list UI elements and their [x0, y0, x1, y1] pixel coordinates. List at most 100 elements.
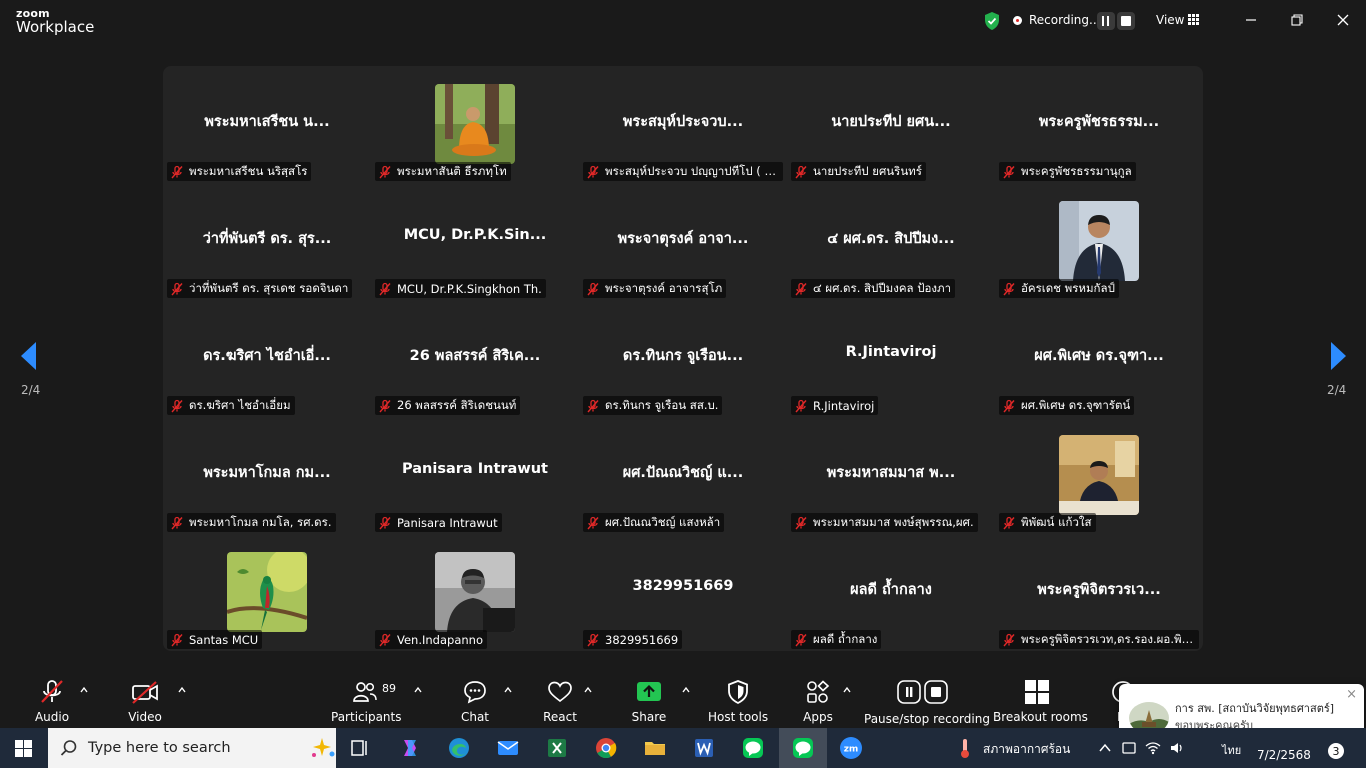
participant-name: ดร.ทินกร จูเรือน สส.บ.: [605, 397, 719, 412]
page-indicator-left: 2/4: [21, 383, 41, 397]
recording-status[interactable]: Recording...: [1029, 13, 1100, 27]
react-label: React: [543, 710, 577, 724]
video-button[interactable]: Video: [125, 678, 165, 724]
apps-button[interactable]: Apps: [798, 678, 838, 724]
participant-tile[interactable]: อัครเดช พรหมกัลป์: [995, 183, 1203, 300]
participant-name: อัครเดช พรหมกัลป์: [1021, 280, 1115, 295]
share-button[interactable]: Share: [629, 678, 669, 724]
participant-tile[interactable]: Ven.Indapanno: [371, 534, 579, 651]
participant-tile[interactable]: ๔ ผศ.ดร. สิปปีมง... ๔ ผศ.ดร. สิปปีมงคล ป้…: [787, 183, 995, 300]
participant-tile[interactable]: ว่าที่พันตรี ดร. สุร... ว่าที่พันตรี ดร. …: [163, 183, 371, 300]
view-menu[interactable]: View: [1156, 13, 1184, 27]
file-explorer-icon[interactable]: [643, 736, 667, 760]
chat-button[interactable]: Chat: [455, 678, 495, 724]
line-app-active-tile[interactable]: [779, 728, 827, 768]
next-page-arrow-icon[interactable]: [1328, 341, 1348, 371]
copilot-icon[interactable]: [398, 736, 422, 760]
tray-app-icon[interactable]: [1121, 740, 1137, 756]
show-hidden-icons-chevron-icon[interactable]: [1097, 740, 1113, 756]
task-view-icon[interactable]: [348, 736, 372, 760]
pause-recording-button[interactable]: [1097, 12, 1115, 30]
restore-icon[interactable]: [1287, 10, 1307, 30]
search-highlight-sparkle-icon[interactable]: [310, 736, 336, 760]
taskbar-search-box[interactable]: Type here to search: [48, 728, 336, 768]
windows-start-icon[interactable]: [15, 740, 32, 757]
participant-name-tag: พระมหาเสรีชน นริสฺสโร: [167, 162, 312, 181]
participant-name-tag: ผลดี ถ้ำกลาง: [791, 630, 882, 649]
muted-mic-icon: [379, 516, 391, 529]
participant-name-tag: อัครเดช พรหมกัลป์: [999, 279, 1119, 298]
host-tools-button[interactable]: Host tools: [708, 678, 768, 724]
taskbar-date[interactable]: 7/2/2568: [1257, 748, 1311, 762]
participant-tile[interactable]: พระมหาเสรีชน น... พระมหาเสรีชน นริสฺสโร: [163, 66, 371, 183]
participant-tile[interactable]: Panisara Intrawut Panisara Intrawut: [371, 417, 579, 534]
line-app-icon[interactable]: [741, 736, 765, 760]
host-tools-label: Host tools: [708, 710, 769, 724]
participant-tile[interactable]: พระครูพัชรธรรม... พระครูพัชรธรรมานุกูล: [995, 66, 1203, 183]
share-label: Share: [631, 710, 667, 724]
participant-tile[interactable]: ผศ.พิเศษ ดร.จุฑา... ผศ.พิเศษ ดร.จุฑารัตน์: [995, 300, 1203, 417]
notification-center-icon[interactable]: 3: [1327, 742, 1345, 760]
participant-video-desk-photo: [1059, 435, 1139, 515]
participant-tile[interactable]: พระมหาโกมล กม... พระมหาโกมล กมโล, รศ.ดร.: [163, 417, 371, 534]
network-icon[interactable]: [1145, 740, 1161, 756]
previous-page-arrow-icon[interactable]: [19, 341, 39, 371]
share-options-chevron-icon[interactable]: [682, 686, 690, 694]
participant-tile[interactable]: พระมหาสันติ ธีรภทฺโท: [371, 66, 579, 183]
participant-name: พระครูพัชรธรรมานุกูล: [1021, 163, 1132, 178]
participant-tile[interactable]: ดร.ฆริศา ไชอำเอี่... ดร.ฆริศา ไชอำเอี่ยม: [163, 300, 371, 417]
participant-tile[interactable]: พิพัฒน์ แก้วใส: [995, 417, 1203, 534]
apps-options-chevron-icon[interactable]: [843, 686, 851, 694]
participant-name: พระมหาโกมล กมโล, รศ.ดร.: [189, 514, 332, 529]
audio-button[interactable]: Audio: [32, 678, 72, 724]
react-button[interactable]: React: [539, 678, 581, 724]
participant-name-tag: พระสมุห์ประจวบ ปญฺญาปทีโป ( อย่...: [583, 162, 783, 181]
weather-text[interactable]: สภาพอากาศร้อน: [983, 740, 1070, 759]
pause-stop-recording-button[interactable]: Pause/stop recording: [864, 678, 990, 726]
participant-name-tag: ผศ.พิเศษ ดร.จุฑารัตน์: [999, 396, 1135, 415]
zoom-app-icon[interactable]: zm: [839, 736, 863, 760]
participant-tile[interactable]: 3829951669 3829951669: [579, 534, 787, 651]
participant-tile[interactable]: ผศ.ปัณณวิชญ์ แ... ผศ.ปัณณวิชญ์ แสงหล้า: [579, 417, 787, 534]
word-icon[interactable]: [692, 736, 716, 760]
participants-options-chevron-icon[interactable]: [414, 686, 422, 694]
participant-name-tag: นายประทีป ยศนรินทร์: [791, 162, 926, 181]
minimize-icon[interactable]: [1241, 10, 1261, 30]
react-options-chevron-icon[interactable]: [584, 686, 592, 694]
audio-options-chevron-icon[interactable]: [80, 686, 88, 694]
muted-mic-icon: [1003, 633, 1015, 646]
participant-tile[interactable]: พระมหาสมมาส พ... พระมหาสมมาส พงษ์สุพรรณ,ผ…: [787, 417, 995, 534]
participant-name: พระสมุห์ประจวบ ปญฺญาปทีโป ( อย่...: [605, 163, 779, 178]
excel-icon[interactable]: [545, 736, 569, 760]
close-icon[interactable]: [1333, 10, 1353, 30]
participant-tile[interactable]: พระครูพิจิตรวรเว... พระครูพิจิตรวรเวท,ดร.…: [995, 534, 1203, 651]
speaker-icon[interactable]: [1169, 740, 1185, 756]
participant-tile[interactable]: Santas MCU: [163, 534, 371, 651]
participant-tile[interactable]: พระสมุห์ประจวบ... พระสมุห์ประจวบ ปญฺญาปที…: [579, 66, 787, 183]
participant-tile[interactable]: พระจาตุรงค์ อาจา... พระจาตุรงค์ อาจารสุโภ: [579, 183, 787, 300]
participant-display-name: พระจาตุรงค์ อาจา...: [617, 231, 749, 247]
pause-stop-label: Pause/stop recording: [864, 712, 990, 726]
participant-name-tag: ผศ.ปัณณวิชญ์ แสงหล้า: [583, 513, 725, 532]
chat-options-chevron-icon[interactable]: [504, 686, 512, 694]
participant-tile[interactable]: ดร.ทินกร จูเรือน... ดร.ทินกร จูเรือน สส.บ…: [579, 300, 787, 417]
participant-name: พระจาตุรงค์ อาจารสุโภ: [605, 280, 723, 295]
participant-tile[interactable]: ผลดี ถ้ำกลาง ผลดี ถ้ำกลาง: [787, 534, 995, 651]
notification-close-icon[interactable]: ×: [1346, 687, 1357, 702]
input-language[interactable]: ไทย: [1222, 741, 1241, 759]
muted-mic-icon: [171, 399, 183, 412]
thermometer-icon[interactable]: [955, 737, 975, 759]
encryption-shield-icon[interactable]: [983, 11, 1001, 31]
participant-display-name: พระมหาเสรีชน น...: [204, 114, 330, 130]
participant-tile[interactable]: 26 พลสรรค์ สิริเค... 26 พลสรรค์ สิริเดชนน…: [371, 300, 579, 417]
stop-recording-button[interactable]: [1117, 12, 1135, 30]
chrome-icon[interactable]: [594, 736, 618, 760]
participant-tile[interactable]: R.Jintaviroj R.Jintaviroj: [787, 300, 995, 417]
edge-browser-icon[interactable]: [447, 736, 471, 760]
grid-icon[interactable]: [1188, 14, 1199, 25]
video-options-chevron-icon[interactable]: [178, 686, 186, 694]
mail-icon[interactable]: [496, 736, 520, 760]
participant-tile[interactable]: MCU, Dr.P.K.Sin... MCU, Dr.P.K.Singkhon T…: [371, 183, 579, 300]
participant-tile[interactable]: นายประทีป ยศน... นายประทีป ยศนรินทร์: [787, 66, 995, 183]
breakout-rooms-button[interactable]: Breakout rooms: [993, 678, 1088, 724]
